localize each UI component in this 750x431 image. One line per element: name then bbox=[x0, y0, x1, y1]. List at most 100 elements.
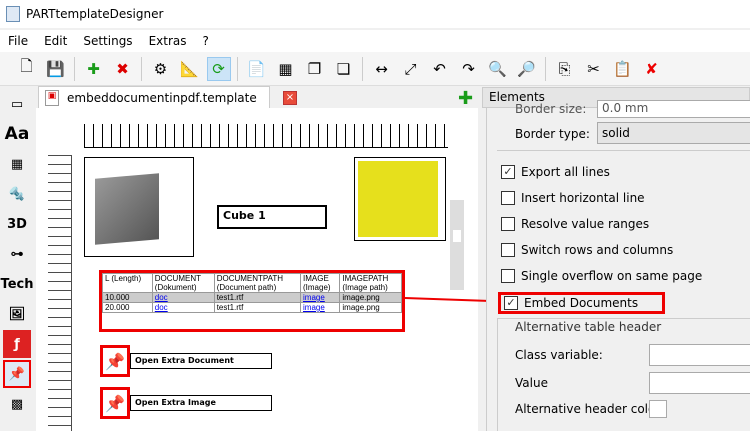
table-cell: IMAGE (Image) bbox=[299, 273, 341, 293]
checkbox-box[interactable]: ✓ bbox=[501, 165, 515, 179]
close-tab-icon[interactable]: × bbox=[283, 91, 297, 105]
checkbox-box[interactable] bbox=[501, 191, 515, 205]
layers-icon[interactable]: ▦ bbox=[274, 57, 298, 81]
table-header-row: L (Length) DOCUMENT (Dokument) DOCUMENTPAT… bbox=[102, 273, 402, 293]
undo-icon[interactable]: ↶ bbox=[428, 57, 452, 81]
pin-icon: 📌 bbox=[100, 387, 130, 419]
border-type-select[interactable]: solid bbox=[597, 122, 750, 144]
document-tabs: ▣ embeddocumentinpdf.template × bbox=[36, 86, 478, 108]
table-cell[interactable]: image bbox=[299, 292, 341, 303]
checkbox-label: Single overflow on same page bbox=[521, 269, 703, 283]
tech-icon[interactable]: Tech bbox=[1, 270, 34, 298]
table-cell: test1.rtf bbox=[213, 292, 302, 303]
qr-icon[interactable]: ▩ bbox=[3, 390, 31, 418]
class-variable-label: Class variable: bbox=[515, 348, 603, 362]
checkbox-box[interactable] bbox=[501, 243, 515, 257]
export-pdf-icon[interactable]: 📄 bbox=[245, 57, 269, 81]
paste-icon[interactable]: 📋 bbox=[611, 57, 635, 81]
drawing-thumbnail[interactable] bbox=[354, 157, 446, 241]
copy-icon[interactable]: ⎘ bbox=[553, 57, 577, 81]
table-cell: 10.000 bbox=[102, 292, 153, 303]
delete-icon[interactable]: ✘ bbox=[640, 57, 664, 81]
toolbar-separator bbox=[362, 56, 363, 81]
pin-open-extra-image[interactable]: 📌 Open Extra Image bbox=[100, 387, 272, 419]
checkbox-export-all-lines[interactable]: ✓ Export all lines bbox=[501, 165, 610, 179]
text-icon[interactable]: Aa bbox=[3, 120, 31, 148]
horizontal-ruler bbox=[84, 124, 448, 148]
table-icon[interactable]: ▦ bbox=[3, 150, 31, 178]
cut-icon[interactable]: ✂ bbox=[582, 57, 606, 81]
ruler-icon[interactable]: 📐 bbox=[178, 57, 202, 81]
dimension-icon[interactable]: ⊶ bbox=[3, 240, 31, 268]
pin-label: Open Extra Document bbox=[130, 353, 272, 369]
checkbox-resolve-value-ranges[interactable]: Resolve value ranges bbox=[501, 217, 649, 231]
new-file-icon[interactable]: 🗋 bbox=[15, 57, 39, 81]
checkbox-embed-documents[interactable]: ✓ Embed Documents bbox=[498, 292, 666, 314]
refresh-icon[interactable]: ⟳ bbox=[206, 56, 231, 81]
alt-header-color-picker[interactable] bbox=[649, 400, 667, 418]
value-input[interactable] bbox=[649, 372, 750, 394]
menu-extras[interactable]: Extras bbox=[149, 34, 187, 48]
checkbox-insert-horizontal-line[interactable]: Insert horizontal line bbox=[501, 191, 645, 205]
add-page-icon[interactable]: ✚ bbox=[82, 57, 106, 81]
table-cell[interactable]: doc bbox=[151, 292, 215, 303]
cube-image[interactable] bbox=[84, 157, 194, 257]
save-icon[interactable]: 💾 bbox=[44, 57, 68, 81]
menu-help[interactable]: ? bbox=[203, 34, 209, 48]
add-tab-icon[interactable]: ✚ bbox=[458, 88, 473, 109]
table-row: 20.000 doc test1.rtf image image.png bbox=[102, 302, 402, 313]
fit-page-icon[interactable]: ⤢ bbox=[399, 57, 423, 81]
checkbox-label: Insert horizontal line bbox=[521, 191, 645, 205]
table-cell: image.png bbox=[339, 302, 402, 313]
pin-label: Open Extra Image bbox=[130, 395, 272, 411]
checkbox-single-overflow-on-same-page[interactable]: Single overflow on same page bbox=[501, 269, 702, 283]
toolbar-separator bbox=[141, 56, 142, 81]
table-cell[interactable]: image bbox=[299, 302, 341, 313]
app-icon bbox=[6, 6, 20, 22]
canvas-scrollbar[interactable] bbox=[450, 200, 464, 290]
pin-icon[interactable]: 📌 bbox=[3, 360, 31, 388]
fit-width-icon[interactable]: ↔ bbox=[370, 57, 394, 81]
document-link[interactable]: doc bbox=[155, 293, 168, 302]
checkbox-box[interactable]: ✓ bbox=[504, 296, 518, 310]
table-cell[interactable]: doc bbox=[151, 302, 215, 313]
table-cell: L (Length) bbox=[102, 273, 153, 293]
checkbox-box[interactable] bbox=[501, 269, 515, 283]
table-cell: DOCUMENTPATH (Document path) bbox=[213, 273, 302, 293]
checkbox-label: Embed Documents bbox=[524, 296, 639, 310]
table-row: 10.000 doc test1.rtf image image.png bbox=[102, 292, 402, 303]
image-link[interactable]: image bbox=[303, 293, 325, 302]
element-toolbox: ▭ Aa ▦ 🔩 3D ⊶ Tech 🖼 ƒ 📌 ▩ bbox=[0, 88, 34, 431]
border-size-input[interactable]: 0.0 mm bbox=[597, 100, 750, 118]
zoom-out-icon[interactable]: 🔍 bbox=[486, 57, 510, 81]
toolbar-separator bbox=[237, 56, 238, 81]
redo-icon[interactable]: ↷ bbox=[457, 57, 481, 81]
tab-document[interactable]: ▣ embeddocumentinpdf.template × bbox=[38, 86, 297, 108]
menu-file[interactable]: File bbox=[8, 34, 28, 48]
settings-icon[interactable]: ⚙ bbox=[149, 57, 173, 81]
document-link[interactable]: doc bbox=[155, 303, 168, 312]
pdf-icon[interactable]: ƒ bbox=[3, 330, 31, 358]
image-icon[interactable]: 🖼 bbox=[3, 300, 31, 328]
checkbox-box[interactable] bbox=[501, 217, 515, 231]
menu-settings[interactable]: Settings bbox=[83, 34, 132, 48]
cube-label[interactable]: Cube 1 bbox=[217, 205, 327, 229]
vertical-ruler bbox=[48, 155, 72, 431]
3d-icon[interactable]: 3D bbox=[3, 210, 31, 238]
image-link[interactable]: image bbox=[303, 303, 325, 312]
document-table[interactable]: L (Length) DOCUMENT (Dokument) DOCUMENTPAT… bbox=[99, 270, 405, 332]
pin-open-extra-document[interactable]: 📌 Open Extra Document bbox=[100, 345, 272, 377]
menu-edit[interactable]: Edit bbox=[44, 34, 67, 48]
class-variable-input[interactable] bbox=[649, 344, 750, 366]
toolbar: 🗋 💾 ✚ ✖ ⚙ 📐 ⟳ 📄 ▦ ❐ ❏ ↔ ⤢ ↶ ↷ 🔍 🔎 ⎘ ✂ 📋 ✘ bbox=[0, 52, 750, 86]
value-label: Value bbox=[515, 376, 548, 390]
bring-front-icon[interactable]: ❐ bbox=[303, 57, 327, 81]
checkbox-switch-rows-and-columns[interactable]: Switch rows and columns bbox=[501, 243, 673, 257]
zoom-in-icon[interactable]: 🔎 bbox=[515, 57, 539, 81]
send-back-icon[interactable]: ❏ bbox=[332, 57, 356, 81]
delete-page-icon[interactable]: ✖ bbox=[111, 57, 135, 81]
border-size-label: Border size: bbox=[515, 102, 587, 116]
shape-icon[interactable]: ▭ bbox=[3, 90, 31, 118]
screw-icon[interactable]: 🔩 bbox=[3, 180, 31, 208]
title-bar: PARTtemplateDesigner bbox=[0, 0, 750, 28]
